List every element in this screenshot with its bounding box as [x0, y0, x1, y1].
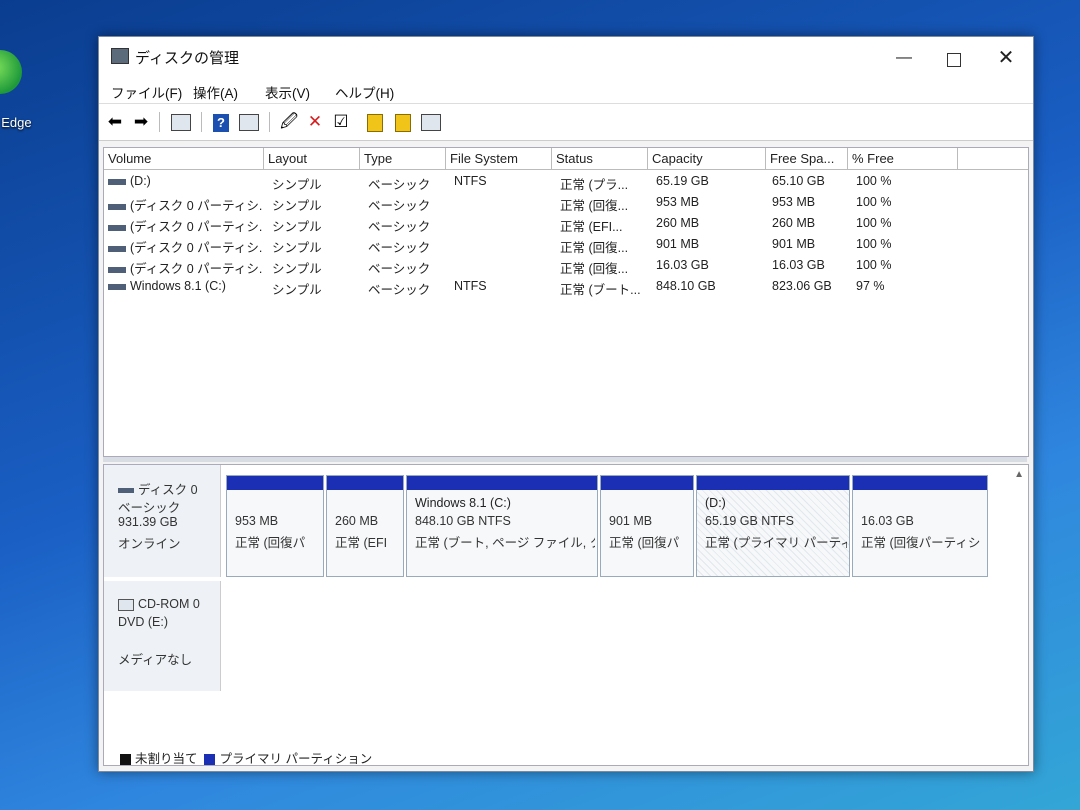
- table-row[interactable]: (ディスク 0 パーティシ... シンプル ベーシック 正常 (回復... 95…: [104, 193, 1028, 214]
- minimize-button[interactable]: —: [895, 49, 913, 67]
- unallocated-swatch-icon: [120, 754, 131, 766]
- cdrom-state: メディアなし: [118, 653, 193, 667]
- console-tree-icon[interactable]: [171, 112, 191, 132]
- disk-size: 931.39 GB: [118, 515, 178, 529]
- cdrom-icon: [118, 598, 134, 611]
- yellow-volume-2-icon[interactable]: [393, 112, 413, 132]
- volume-icon: [108, 245, 126, 252]
- maximize-button[interactable]: [947, 53, 961, 67]
- connect-icon[interactable]: 🖉: [279, 112, 299, 132]
- close-button[interactable]: ✕: [997, 48, 1015, 68]
- delete-icon[interactable]: ✕: [305, 112, 325, 132]
- col-layout[interactable]: Layout: [264, 148, 360, 170]
- volume-icon: [108, 178, 126, 185]
- menu-file[interactable]: ファイル(F): [111, 82, 182, 102]
- col-status[interactable]: Status: [552, 148, 648, 170]
- primary-swatch-icon: [204, 754, 216, 766]
- disk-state: オンライン: [118, 537, 181, 551]
- table-row[interactable]: (ディスク 0 パーティシ... シンプル ベーシック 正常 (回復... 16…: [104, 256, 1028, 277]
- col-free-space[interactable]: Free Spa...: [766, 148, 848, 170]
- menu-bar: ファイル(F) 操作(A) 表示(V) ヘルプ(H): [99, 77, 1033, 104]
- cdrom-0-label[interactable]: CD-ROM 0 DVD (E:) メディアなし: [104, 581, 221, 691]
- help-icon[interactable]: ?: [211, 112, 231, 132]
- title-bar[interactable]: ディスクの管理 — ✕: [99, 37, 1033, 77]
- partition-recovery-2[interactable]: 901 MB 正常 (回復パ: [600, 475, 694, 577]
- back-arrow-icon[interactable]: ⬅: [105, 112, 125, 132]
- desktop-icon-label: t Edge: [0, 115, 32, 130]
- menu-help[interactable]: ヘルプ(H): [335, 82, 394, 102]
- disk-management-window: ディスクの管理 — ✕ ファイル(F) 操作(A) 表示(V) ヘルプ(H) ⬅…: [98, 36, 1034, 772]
- menu-action[interactable]: 操作(A): [193, 82, 238, 102]
- col-volume[interactable]: Volume: [104, 148, 264, 170]
- scroll-up-icon[interactable]: ▲: [1014, 469, 1024, 480]
- partition-windows-c[interactable]: Windows 8.1 (C:) 848.10 GB NTFS 正常 (ブート,…: [406, 475, 598, 577]
- disk-type: ベーシック: [118, 501, 181, 515]
- disk-name: ディスク 0: [138, 483, 198, 497]
- disk-graphical-view: ▲ ディスク 0 ベーシック 931.39 GB オンライン 953 MB 正常…: [103, 464, 1029, 766]
- legend-unallocated: 未割り当て: [135, 752, 198, 766]
- partition-recovery-1[interactable]: 953 MB 正常 (回復パ: [226, 475, 324, 577]
- edge-icon: [0, 50, 22, 94]
- table-row[interactable]: (D:) シンプル ベーシック NTFS 正常 (プラ... 65.19 GB …: [104, 172, 1028, 193]
- table-row[interactable]: Windows 8.1 (C:) シンプル ベーシック NTFS 正常 (ブート…: [104, 277, 1028, 298]
- volume-list: Volume Layout Type File System Status Ca…: [103, 147, 1029, 457]
- col-capacity[interactable]: Capacity: [648, 148, 766, 170]
- volume-icon: [108, 266, 126, 273]
- forward-arrow-icon[interactable]: ➡: [131, 112, 151, 132]
- list-view-icon[interactable]: [421, 112, 441, 132]
- disk-management-icon: [111, 48, 129, 64]
- properties-icon[interactable]: [239, 112, 259, 132]
- col-percent-free[interactable]: % Free: [848, 148, 958, 170]
- yellow-volume-icon[interactable]: [365, 112, 385, 132]
- disk-icon: [118, 488, 134, 494]
- cdrom-name: CD-ROM 0: [138, 597, 200, 611]
- col-type[interactable]: Type: [360, 148, 446, 170]
- volume-icon: [108, 283, 126, 290]
- disk-0-label[interactable]: ディスク 0 ベーシック 931.39 GB オンライン: [104, 465, 221, 577]
- check-icon[interactable]: ☑: [331, 112, 351, 132]
- window-title: ディスクの管理: [135, 50, 239, 67]
- col-file-system[interactable]: File System: [446, 148, 552, 170]
- menu-view[interactable]: 表示(V): [265, 82, 310, 102]
- pane-splitter[interactable]: [103, 457, 1027, 462]
- toolbar: ⬅ ➡ ? 🖉 ✕ ☑: [99, 104, 1033, 141]
- partition-d[interactable]: (D:) 65.19 GB NTFS 正常 (プライマリ パーティ: [696, 475, 850, 577]
- legend-primary: プライマリ パーティション: [219, 752, 373, 766]
- volume-icon: [108, 203, 126, 210]
- table-row[interactable]: (ディスク 0 パーティシ... シンプル ベーシック 正常 (回復... 90…: [104, 235, 1028, 256]
- table-row[interactable]: (ディスク 0 パーティシ... シンプル ベーシック 正常 (EFI... 2…: [104, 214, 1028, 235]
- legend: 未割り当て プライマリ パーティション: [120, 748, 372, 767]
- volume-icon: [108, 224, 126, 231]
- cdrom-drive: DVD (E:): [118, 615, 168, 629]
- partition-recovery-3[interactable]: 16.03 GB 正常 (回復パーティシ: [852, 475, 988, 577]
- partition-efi[interactable]: 260 MB 正常 (EFI: [326, 475, 404, 577]
